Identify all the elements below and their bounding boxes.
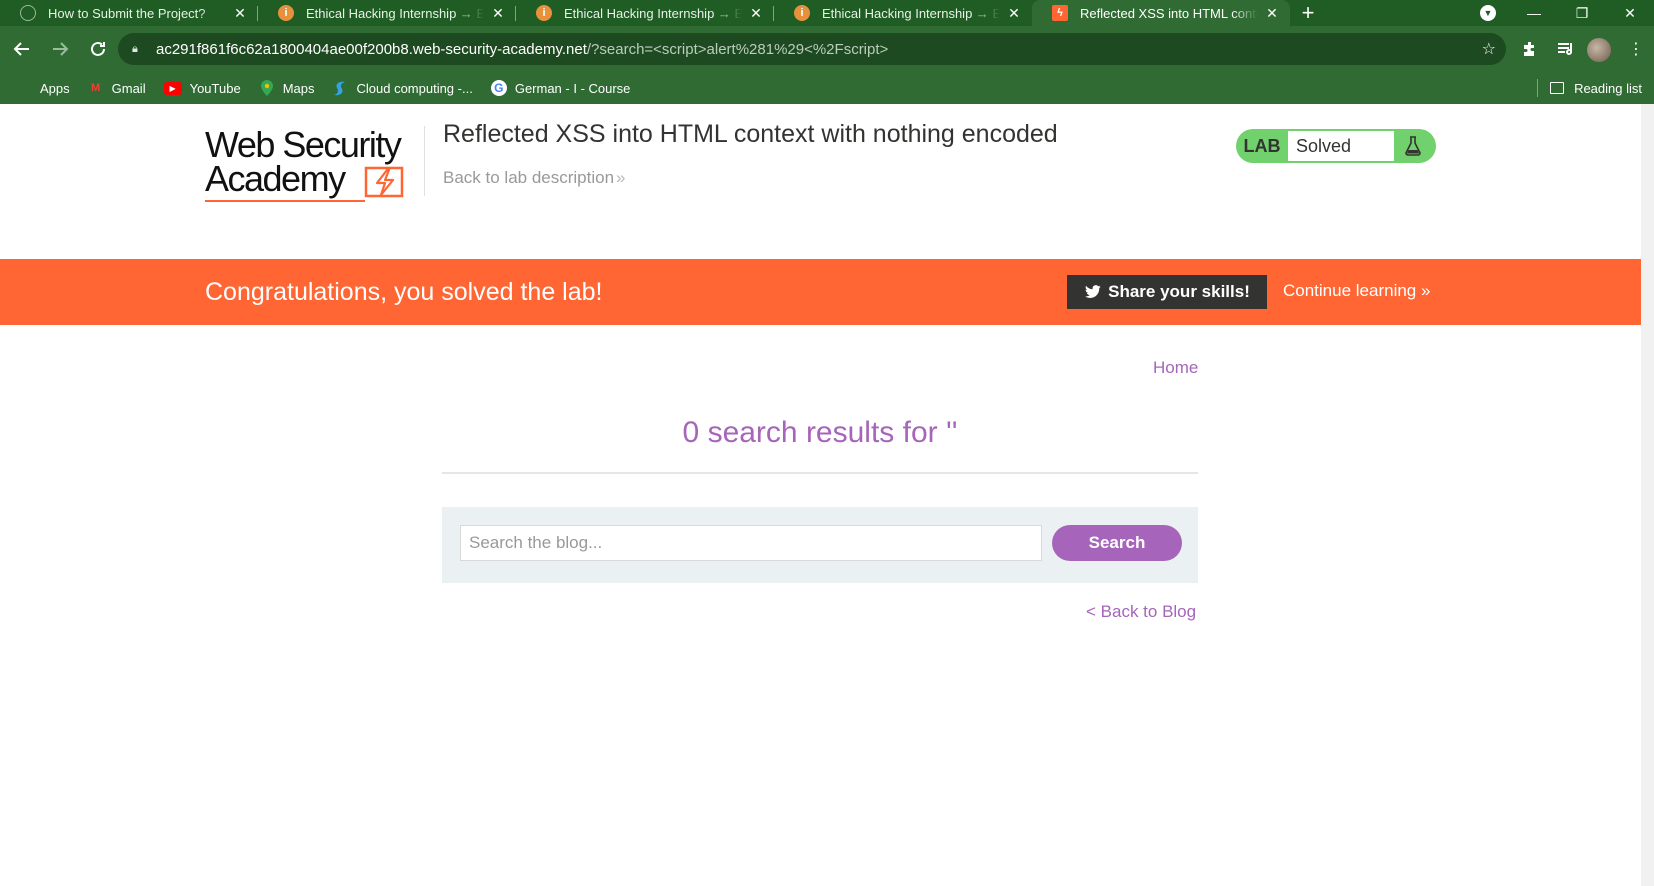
close-tab-icon[interactable]: ✕ — [232, 5, 248, 22]
lab-badge: LAB — [1243, 135, 1281, 156]
profile-avatar[interactable] — [1587, 38, 1611, 62]
back-to-lab-description-link[interactable]: Back to lab description» — [443, 168, 626, 188]
tab-title: Ethical Hacking Internship → EH I — [306, 5, 484, 21]
tab-search-button[interactable]: ▼ — [1466, 0, 1510, 26]
reading-list-button[interactable]: Reading list — [1537, 72, 1642, 104]
youtube-icon: ▶ — [163, 81, 182, 95]
back-to-blog-link[interactable]: < Back to Blog — [1086, 602, 1196, 622]
browser-tab[interactable]: i Ethical Hacking Internship → EH I ✕ — [774, 0, 1032, 26]
address-bar[interactable]: 🔒︎ ac291f861f6c62a1800404ae00f200b8.web-… — [118, 33, 1506, 65]
tab-title: How to Submit the Project? — [48, 5, 206, 21]
double-chevron-right-icon: » — [1421, 281, 1431, 300]
lab-title: Reflected XSS into HTML context with not… — [443, 120, 1058, 148]
minimize-button[interactable]: — — [1510, 0, 1558, 26]
flask-icon — [1394, 131, 1432, 161]
congratulations-message: Congratulations, you solved the lab! — [205, 278, 603, 306]
bookmark-label: YouTube — [189, 80, 241, 96]
bookmark-label: Maps — [282, 80, 315, 96]
close-window-button[interactable]: ✕ — [1606, 0, 1654, 26]
bookmark-label: Cloud computing -... — [356, 80, 473, 96]
bookmark-gmail[interactable]: M Gmail — [88, 80, 146, 96]
search-results-heading: 0 search results for '' — [682, 416, 958, 449]
continue-learning-link[interactable]: Continue learning » — [1283, 281, 1430, 301]
browser-tab[interactable]: How to Submit the Project? ✕ — [0, 0, 258, 26]
search-input[interactable] — [460, 525, 1042, 561]
bookmark-star-icon[interactable]: ☆ — [1482, 39, 1496, 59]
arrow-right-icon — [53, 42, 69, 56]
extensions-icon[interactable] — [1514, 33, 1546, 65]
reload-icon — [91, 41, 105, 56]
bookmark-maps[interactable]: Maps — [259, 80, 315, 96]
header-divider — [424, 126, 425, 196]
bookmark-cloud-computing[interactable]: Cloud computing -... — [332, 80, 473, 96]
url-path: /?search=<script>alert%281%29<%2Fscript> — [586, 40, 889, 58]
maps-icon — [259, 80, 275, 96]
globe-icon — [20, 5, 36, 21]
bookmark-label: German - I - Course — [514, 80, 631, 96]
restore-button[interactable]: ❐ — [1558, 0, 1606, 26]
portswigger-icon: ϟ — [1052, 5, 1068, 21]
twitter-icon — [1085, 285, 1101, 298]
browser-tab[interactable]: i Ethical Hacking Internship → EH I ✕ — [258, 0, 516, 26]
tab-strip: How to Submit the Project? ✕ i Ethical H… — [0, 0, 1654, 26]
media-control-icon[interactable] — [1550, 33, 1582, 65]
gmail-icon: M — [91, 82, 101, 94]
bookmark-apps[interactable]: Apps — [16, 80, 70, 96]
bookmarks-bar: Apps M Gmail ▶ YouTube Maps Cloud comput… — [0, 72, 1654, 104]
url-host: ac291f861f6c62a1800404ae00f200b8.web-sec… — [156, 40, 587, 58]
heading-divider — [442, 472, 1198, 474]
apps-icon — [16, 80, 32, 96]
cloud-icon — [332, 80, 348, 96]
tab-title: Ethical Hacking Internship → EH I — [564, 5, 742, 21]
search-button[interactable]: Search — [1052, 525, 1182, 561]
new-tab-button[interactable]: + — [1290, 0, 1326, 26]
web-security-academy-logo[interactable]: Web Security Academy — [205, 124, 420, 206]
solved-banner: Congratulations, you solved the lab! Sha… — [0, 259, 1641, 325]
bookmark-german-course[interactable]: G German - I - Course — [490, 80, 631, 96]
bookmark-label: Gmail — [111, 80, 146, 96]
close-tab-icon[interactable]: ✕ — [1264, 5, 1280, 22]
close-tab-icon[interactable]: ✕ — [748, 5, 764, 22]
close-tab-icon[interactable]: ✕ — [1006, 5, 1022, 22]
lock-icon: 🔒︎ — [132, 43, 138, 55]
reading-list-icon — [1550, 82, 1565, 94]
google-icon: G — [490, 80, 507, 96]
bookmark-youtube[interactable]: ▶ YouTube — [163, 80, 241, 96]
share-skills-button[interactable]: Share your skills! — [1067, 275, 1267, 309]
logo-line-2: Academy — [205, 158, 346, 199]
more-menu-icon[interactable]: ⋮ — [1620, 33, 1652, 65]
page-content: Web Security Academy Reflected XSS into … — [0, 104, 1641, 886]
lab-status-value: Solved — [1288, 131, 1394, 161]
browser-tab[interactable]: i Ethical Hacking Internship → EH I ✕ — [516, 0, 774, 26]
bookmark-label: Apps — [40, 80, 70, 96]
double-chevron-right-icon: » — [616, 168, 626, 187]
lab-status-widget: LAB Solved — [1236, 129, 1436, 163]
browser-toolbar: 🔒︎ ac291f861f6c62a1800404ae00f200b8.web-… — [0, 26, 1654, 72]
reading-list-label: Reading list — [1574, 80, 1642, 96]
internshala-icon: i — [278, 5, 294, 21]
forward-button[interactable] — [44, 33, 76, 65]
chevron-down-icon: ▼ — [1480, 5, 1496, 21]
internshala-icon: i — [536, 5, 552, 21]
reload-button[interactable] — [82, 33, 114, 65]
logo-lightning-icon — [364, 166, 404, 198]
close-tab-icon[interactable]: ✕ — [490, 5, 506, 22]
home-link[interactable]: Home — [1153, 358, 1198, 378]
browser-tab-active[interactable]: ϟ Reflected XSS into HTML context ✕ — [1032, 0, 1290, 26]
tab-title: Ethical Hacking Internship → EH I — [822, 5, 1000, 21]
tab-title: Reflected XSS into HTML context — [1080, 5, 1258, 21]
search-form: Search — [442, 507, 1198, 583]
share-skills-label: Share your skills! — [1108, 282, 1250, 301]
page-scrollbar[interactable] — [1641, 104, 1654, 886]
back-button[interactable] — [6, 33, 38, 65]
arrow-left-icon — [13, 42, 29, 56]
internshala-icon: i — [794, 5, 810, 21]
